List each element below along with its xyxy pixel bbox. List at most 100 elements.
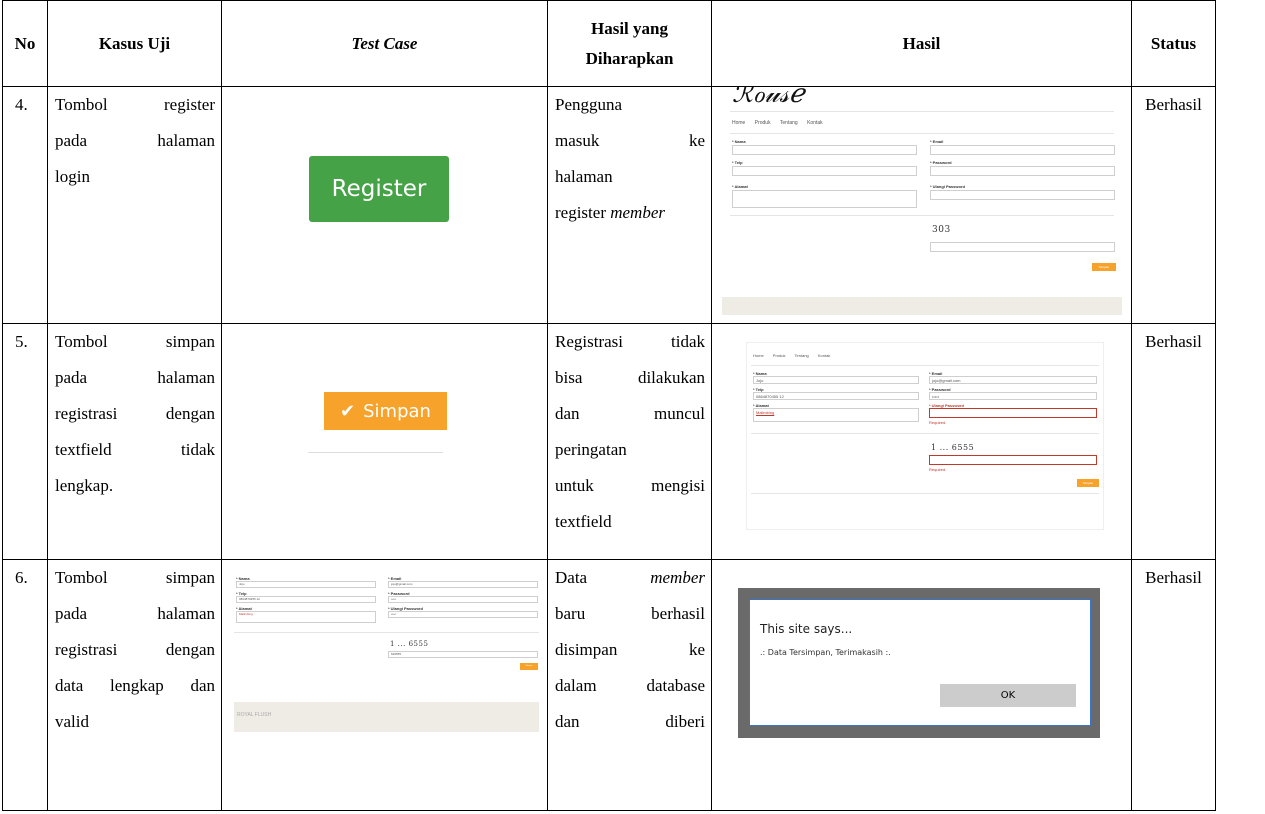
site-logo: ℛℴ𝓊𝓈ℯ bbox=[732, 87, 805, 109]
divider bbox=[730, 133, 1114, 134]
status-cell: Berhasil bbox=[1131, 559, 1216, 811]
label-alamat: * Alamat bbox=[732, 184, 748, 189]
input-password: ••••• bbox=[388, 596, 538, 603]
test-case-cell: Register bbox=[221, 86, 548, 324]
table-row: 6. Tombol simpan pada halaman registrasi… bbox=[2, 559, 1216, 811]
divider bbox=[751, 365, 1099, 366]
input-alamat: Malimbing bbox=[236, 611, 376, 623]
text-fragment: Data bbox=[555, 568, 588, 587]
error-required: Required. bbox=[929, 467, 947, 472]
expected-cell: Data member baru berhasil disimpan ke da… bbox=[547, 559, 712, 811]
mini-simpan-button: Simpan bbox=[520, 663, 538, 670]
text-line: masuk ke bbox=[555, 131, 705, 150]
input-email: jojo@gmail.com bbox=[929, 376, 1097, 384]
input-password bbox=[930, 166, 1115, 176]
expected-cell: Registrasi tidak bisa dilakukan dan munc… bbox=[547, 323, 712, 560]
captcha-image: 1 ... 6555 bbox=[390, 640, 429, 648]
nav-tentang: Tentang bbox=[779, 120, 798, 126]
text-line: Tombol register bbox=[55, 95, 215, 114]
input-ulangi-password bbox=[929, 408, 1097, 418]
text-line: pada halaman bbox=[55, 131, 215, 150]
captcha-image: 303 bbox=[932, 225, 951, 235]
input-captcha: 626555 bbox=[388, 651, 538, 658]
test-table: No Kasus Uji Test Case Hasil yang Dihara… bbox=[2, 0, 1216, 811]
footer-text: ROYAL FLUSH bbox=[237, 712, 272, 718]
nav-tentang: Tentang bbox=[794, 353, 809, 358]
input-nama: Jojo bbox=[236, 581, 376, 588]
text-line: pada halaman bbox=[55, 604, 215, 623]
input-ulangi-password bbox=[930, 190, 1115, 200]
status-cell: Berhasil bbox=[1131, 323, 1216, 560]
row-number: 6. bbox=[2, 559, 48, 811]
text-line: Tombol simpan bbox=[55, 332, 215, 351]
text-line: textfield bbox=[555, 512, 612, 531]
text-line: bisa dilakukan bbox=[555, 368, 705, 387]
header-hasil-diharapkan: Hasil yang Diharapkan bbox=[547, 0, 712, 87]
text-line: lengkap. bbox=[55, 476, 114, 495]
input-alamat bbox=[732, 190, 917, 208]
text-line: disimpan ke bbox=[555, 640, 705, 659]
filled-form-screenshot: * Nama Jojo * Telp 0864870455 12 * Alama… bbox=[234, 574, 539, 746]
input-captcha bbox=[930, 242, 1115, 252]
header-status: Status bbox=[1131, 0, 1216, 87]
simpan-button-image: ✔ Simpan bbox=[324, 392, 447, 430]
header-test-case: Test Case bbox=[221, 0, 548, 87]
text-line: halaman bbox=[555, 167, 613, 186]
divider bbox=[751, 493, 1099, 494]
row-number: 5. bbox=[2, 323, 48, 560]
ok-button: OK bbox=[940, 684, 1076, 707]
label-password: * Password bbox=[930, 160, 952, 165]
text-emphasis: member bbox=[650, 568, 705, 587]
label-nama: * Nama bbox=[732, 139, 746, 144]
text-line: login bbox=[55, 167, 90, 186]
input-nama: Jojo bbox=[753, 376, 919, 384]
status-cell: Berhasil bbox=[1131, 86, 1216, 324]
table-row: 5. Tombol simpan pada halaman registrasi… bbox=[2, 323, 1216, 560]
text-line: Data member bbox=[555, 560, 705, 596]
label-ulangi-password: * Ulangi Password bbox=[930, 184, 965, 189]
divider bbox=[751, 433, 1099, 434]
divider bbox=[730, 111, 1114, 112]
table-row: 4. Tombol register pada halaman login Re… bbox=[2, 86, 1216, 324]
simpan-label: Simpan bbox=[363, 400, 431, 422]
input-ulangi-password: ••••• bbox=[388, 611, 538, 618]
text-line: data lengkap dan bbox=[55, 676, 215, 695]
check-icon: ✔ bbox=[340, 400, 356, 422]
nav-home: Home bbox=[732, 120, 746, 126]
input-alamat: Malimbing bbox=[753, 408, 919, 422]
result-cell: ℛℴ𝓊𝓈ℯ Home Produk Tentang Kontak * Nama … bbox=[711, 86, 1132, 324]
kasus-uji-cell: Tombol simpan pada halaman registrasi de… bbox=[47, 323, 222, 560]
input-captcha bbox=[929, 455, 1097, 465]
validation-screenshot: Home Produk Tentang Kontak * Nama Jojo *… bbox=[746, 342, 1104, 530]
text-line: registrasi dengan bbox=[55, 640, 215, 659]
text-line: baru berhasil bbox=[555, 604, 705, 623]
dialog-title: This site says... bbox=[760, 622, 853, 636]
text-line: pada halaman bbox=[55, 368, 215, 387]
nav-produk: Produk bbox=[772, 353, 786, 358]
dialog-message: .: Data Tersimpan, Terimakasih :. bbox=[760, 648, 891, 657]
result-cell: Home Produk Tentang Kontak * Nama Jojo *… bbox=[711, 323, 1132, 560]
test-case-cell: * Nama Jojo * Telp 0864870455 12 * Alama… bbox=[221, 559, 548, 811]
text-emphasis: member bbox=[610, 203, 665, 222]
text-line: peringatan bbox=[555, 440, 627, 459]
nav-kontak: Kontak bbox=[817, 353, 831, 358]
nav-home: Home bbox=[753, 353, 764, 358]
nav-produk: Produk bbox=[754, 120, 771, 126]
input-telp: 0864870455 12 bbox=[236, 596, 376, 603]
header-kasus-uji: Kasus Uji bbox=[47, 0, 222, 87]
header-no: No bbox=[2, 0, 48, 87]
row-number: 4. bbox=[2, 86, 48, 324]
error-required: Required. bbox=[929, 420, 947, 425]
text-line: dalam database bbox=[555, 676, 705, 695]
text-line: dan diberi bbox=[555, 712, 705, 731]
footer-band: ROYAL FLUSH bbox=[234, 702, 539, 732]
text-fragment: register bbox=[555, 203, 606, 222]
text-line: register member bbox=[555, 195, 705, 231]
text-line: valid bbox=[55, 712, 89, 731]
input-email bbox=[930, 145, 1115, 155]
kasus-uji-cell: Tombol register pada halaman login bbox=[47, 86, 222, 324]
input-telp bbox=[732, 166, 917, 176]
register-page-screenshot: ℛℴ𝓊𝓈ℯ Home Produk Tentang Kontak * Nama … bbox=[722, 87, 1122, 321]
divider bbox=[234, 632, 539, 633]
text-line: Pengguna bbox=[555, 95, 623, 114]
